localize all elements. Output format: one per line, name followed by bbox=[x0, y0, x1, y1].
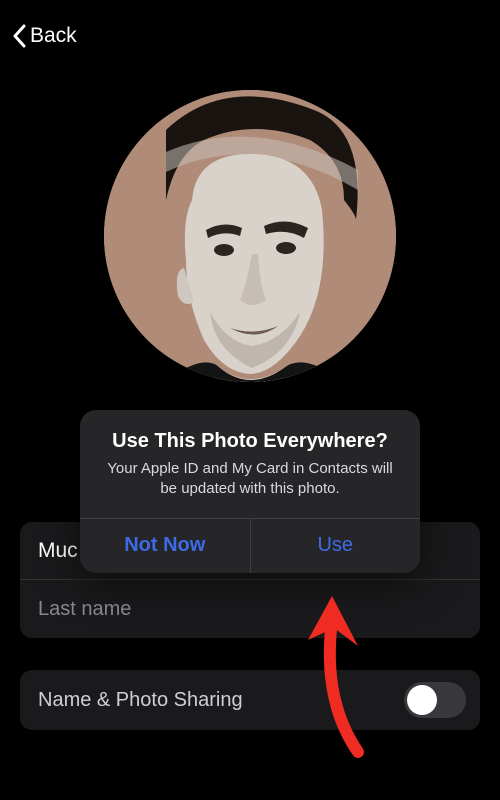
share-label: Name & Photo Sharing bbox=[38, 689, 243, 712]
alert-body: Use This Photo Everywhere? Your Apple ID… bbox=[80, 410, 420, 518]
profile-photo[interactable] bbox=[104, 90, 396, 382]
back-label: Back bbox=[30, 24, 77, 48]
nav-back[interactable]: Back bbox=[12, 24, 77, 48]
last-name-placeholder: Last name bbox=[38, 598, 131, 621]
last-name-field[interactable]: Last name bbox=[20, 580, 480, 638]
name-photo-sharing-row: Name & Photo Sharing bbox=[20, 670, 480, 730]
not-now-button[interactable]: Not Now bbox=[80, 519, 250, 573]
alert-message: Your Apple ID and My Card in Contacts wi… bbox=[102, 459, 398, 500]
use-button[interactable]: Use bbox=[251, 519, 421, 573]
avatar-image bbox=[104, 90, 396, 382]
alert-title: Use This Photo Everywhere? bbox=[102, 430, 398, 453]
alert-actions: Not Now Use bbox=[80, 518, 420, 573]
toggle-knob bbox=[407, 685, 437, 715]
share-toggle[interactable] bbox=[404, 682, 466, 718]
first-name-value: Muc bbox=[38, 539, 78, 563]
chevron-left-icon bbox=[12, 24, 26, 48]
confirm-photo-alert: Use This Photo Everywhere? Your Apple ID… bbox=[80, 410, 420, 573]
